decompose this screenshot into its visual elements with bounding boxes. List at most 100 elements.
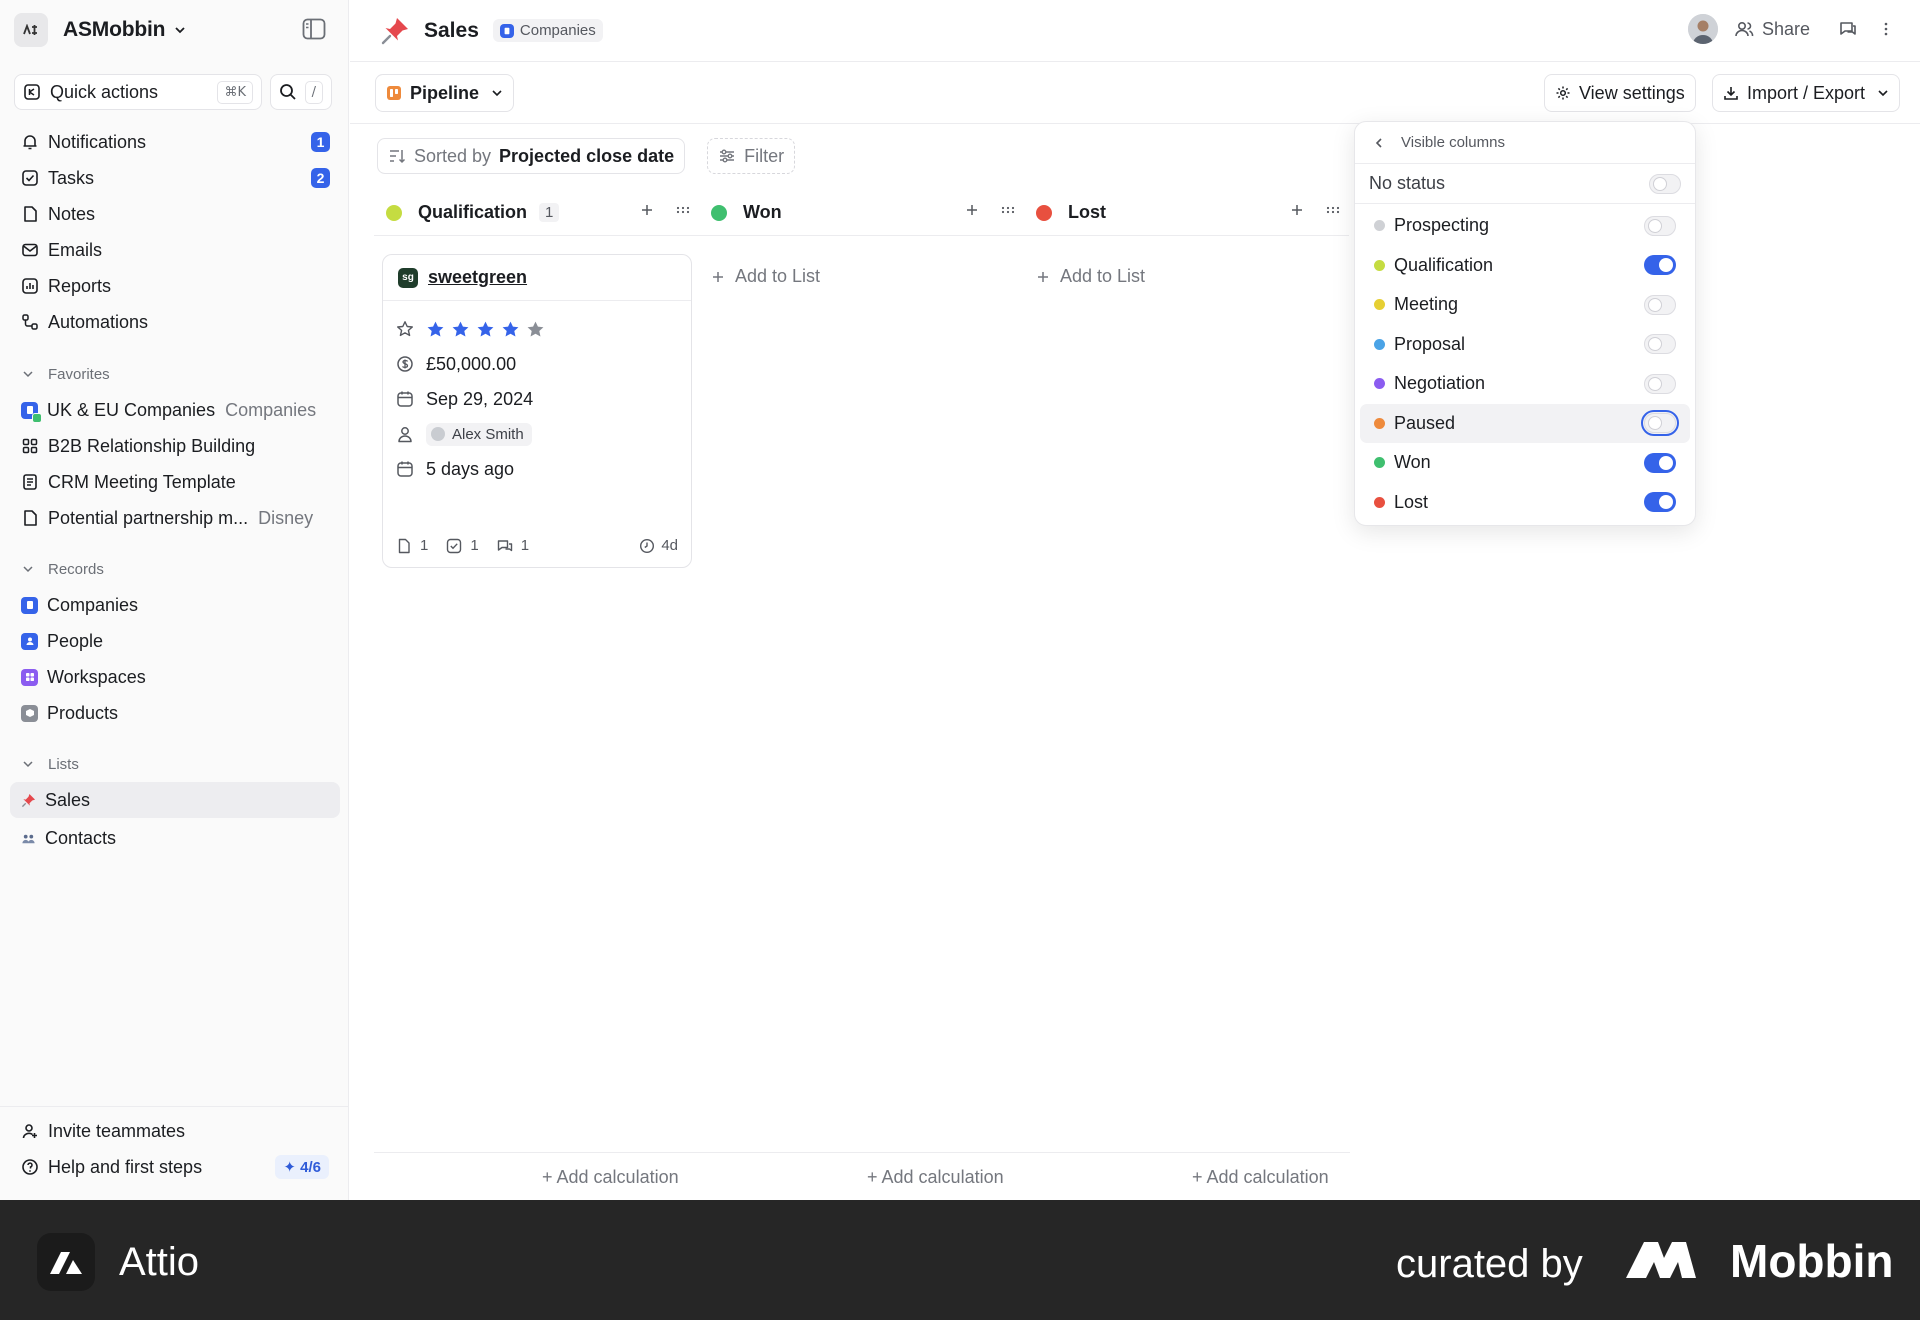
nav-item-notifications[interactable]: Notifications 1 (10, 124, 340, 160)
user-avatar[interactable] (1687, 14, 1718, 44)
owner-chip[interactable]: Alex Smith (426, 422, 532, 446)
nav-item-automations[interactable]: Automations (10, 304, 340, 340)
record-people[interactable]: People (10, 623, 340, 659)
add-to-list-button[interactable]: Add to List (1036, 266, 1145, 287)
star-empty-icon[interactable] (526, 320, 545, 339)
company-link[interactable]: sweetgreen (428, 267, 527, 288)
column-header[interactable]: Lost (1024, 190, 1349, 236)
filter-button[interactable]: Filter (707, 138, 796, 174)
favorite-uk-eu-companies[interactable]: UK & EU Companies Companies (10, 392, 340, 428)
add-to-list-button[interactable]: Add to List (711, 266, 820, 287)
workspace-switcher[interactable]: ASMobbin (14, 13, 187, 47)
quick-actions-button[interactable]: Quick actions ⌘K (14, 74, 262, 110)
add-calculation-button[interactable]: + Add calculation (867, 1167, 1004, 1188)
popover-header[interactable]: Visible columns (1355, 122, 1695, 164)
favorite-b2b-relationship[interactable]: B2B Relationship Building (10, 428, 340, 464)
column-option-no-status[interactable]: No status (1355, 164, 1695, 204)
visibility-toggle[interactable] (1644, 492, 1676, 513)
records-header[interactable]: Records (10, 551, 340, 587)
invite-teammates[interactable]: Invite teammates (10, 1113, 339, 1149)
import-export-button[interactable]: Import / Export (1712, 74, 1901, 112)
favorites-header[interactable]: Favorites (10, 356, 340, 392)
star-filled-icon[interactable] (451, 320, 470, 339)
drag-handle-icon[interactable] (1000, 202, 1016, 218)
favorite-crm-meeting-template[interactable]: CRM Meeting Template (10, 464, 340, 500)
star-filled-icon[interactable] (476, 320, 495, 339)
favorite-label: UK & EU Companies Companies (47, 399, 317, 420)
plus-icon[interactable] (1289, 202, 1305, 218)
column-option-won[interactable]: Won (1360, 443, 1690, 483)
nav-item-notes[interactable]: Notes (10, 196, 340, 232)
company-logo: sg (398, 267, 418, 288)
people-emoji-icon (22, 834, 35, 843)
star-filled-icon[interactable] (426, 320, 445, 339)
plus-icon[interactable] (639, 202, 655, 218)
visibility-toggle[interactable] (1644, 294, 1676, 315)
view-switcher-button[interactable]: Pipeline (375, 74, 515, 112)
comments-count[interactable]: 1 (497, 537, 529, 554)
attio-logo-icon (37, 1233, 95, 1291)
visibility-toggle[interactable] (1644, 452, 1676, 473)
visibility-toggle[interactable] (1644, 334, 1676, 355)
column-actions (964, 202, 1016, 218)
sidebar: ASMobbin Quick actions ⌘K / Notification… (0, 0, 349, 1200)
star-filled-icon[interactable] (501, 320, 520, 339)
page-header: Sales Companies Share (350, 0, 1920, 62)
column-actions (639, 202, 691, 218)
visibility-toggle[interactable] (1644, 373, 1676, 394)
workspaces-icon (21, 668, 38, 686)
share-button[interactable]: Share (1734, 19, 1810, 40)
list-label: Contacts (45, 827, 117, 848)
column-option-label: Lost (1394, 491, 1429, 512)
column-option-proposal[interactable]: Proposal (1360, 325, 1690, 365)
column-option-lost[interactable]: Lost (1360, 483, 1690, 523)
nav-item-tasks[interactable]: Tasks 2 (10, 160, 340, 196)
chevron-left-icon[interactable] (1373, 137, 1385, 149)
visibility-toggle[interactable] (1644, 215, 1676, 236)
column-option-prospecting[interactable]: Prospecting (1360, 206, 1690, 246)
chevron-down-icon (23, 566, 33, 573)
record-products[interactable]: Products (10, 695, 340, 731)
notes-count[interactable]: 1 (396, 537, 428, 554)
comments-icon[interactable] (1838, 19, 1858, 39)
sort-filter-bar: Sorted by Projected close date Filter (377, 138, 796, 174)
drag-handle-icon[interactable] (675, 202, 691, 218)
plus-icon[interactable] (964, 202, 980, 218)
list-sales[interactable]: Sales (10, 782, 340, 818)
deal-card[interactable]: sg sweetgreen £50,000.00 Sep 29, 2024 Al… (382, 254, 692, 568)
help-first-steps[interactable]: Help and first steps ✦ 4/6 (10, 1149, 339, 1185)
tasks-count[interactable]: 1 (446, 537, 479, 554)
add-calculation-button[interactable]: + Add calculation (1192, 1167, 1329, 1188)
visibility-toggle[interactable] (1649, 173, 1681, 194)
column-option-paused[interactable]: Paused (1360, 403, 1690, 443)
column-header[interactable]: Won (699, 190, 1024, 236)
popover-title: Visible columns (1401, 134, 1505, 151)
visibility-toggle[interactable] (1641, 410, 1679, 437)
close-date: Sep 29, 2024 (426, 388, 534, 409)
column-option-meeting[interactable]: Meeting (1360, 285, 1690, 325)
search-button[interactable]: / (270, 74, 332, 110)
column-header[interactable]: Qualification 1 (374, 190, 699, 236)
drag-handle-icon[interactable] (1325, 202, 1341, 218)
record-workspaces[interactable]: Workspaces (10, 659, 340, 695)
nav-item-reports[interactable]: Reports (10, 268, 340, 304)
sidebar-toggle-icon[interactable] (302, 18, 326, 40)
column-option-qualification[interactable]: Qualification (1360, 246, 1690, 286)
star-rating[interactable] (426, 320, 551, 339)
nav-item-emails[interactable]: Emails (10, 232, 340, 268)
record-companies[interactable]: Companies (10, 587, 340, 623)
favorite-potential-partnership[interactable]: Potential partnership m... Disney (10, 500, 340, 536)
column-option-negotiation[interactable]: Negotiation (1360, 364, 1690, 404)
visibility-toggle[interactable] (1644, 255, 1676, 276)
status-dot (1374, 259, 1385, 271)
view-settings-button[interactable]: View settings (1544, 74, 1696, 112)
more-vertical-icon[interactable] (1882, 20, 1890, 38)
sort-chip[interactable]: Sorted by Projected close date (377, 138, 686, 174)
parent-object-chip[interactable]: Companies (492, 19, 603, 42)
list-contacts[interactable]: Contacts (10, 820, 340, 856)
lists-header[interactable]: Lists (10, 746, 340, 782)
add-to-list-label: Add to List (735, 266, 821, 286)
visible-columns-popover: Visible columns No status Prospecting Qua… (1354, 121, 1696, 526)
attribution-banner: Attio curated by Mobbin (0, 1200, 1920, 1320)
add-calculation-button[interactable]: + Add calculation (542, 1167, 679, 1188)
